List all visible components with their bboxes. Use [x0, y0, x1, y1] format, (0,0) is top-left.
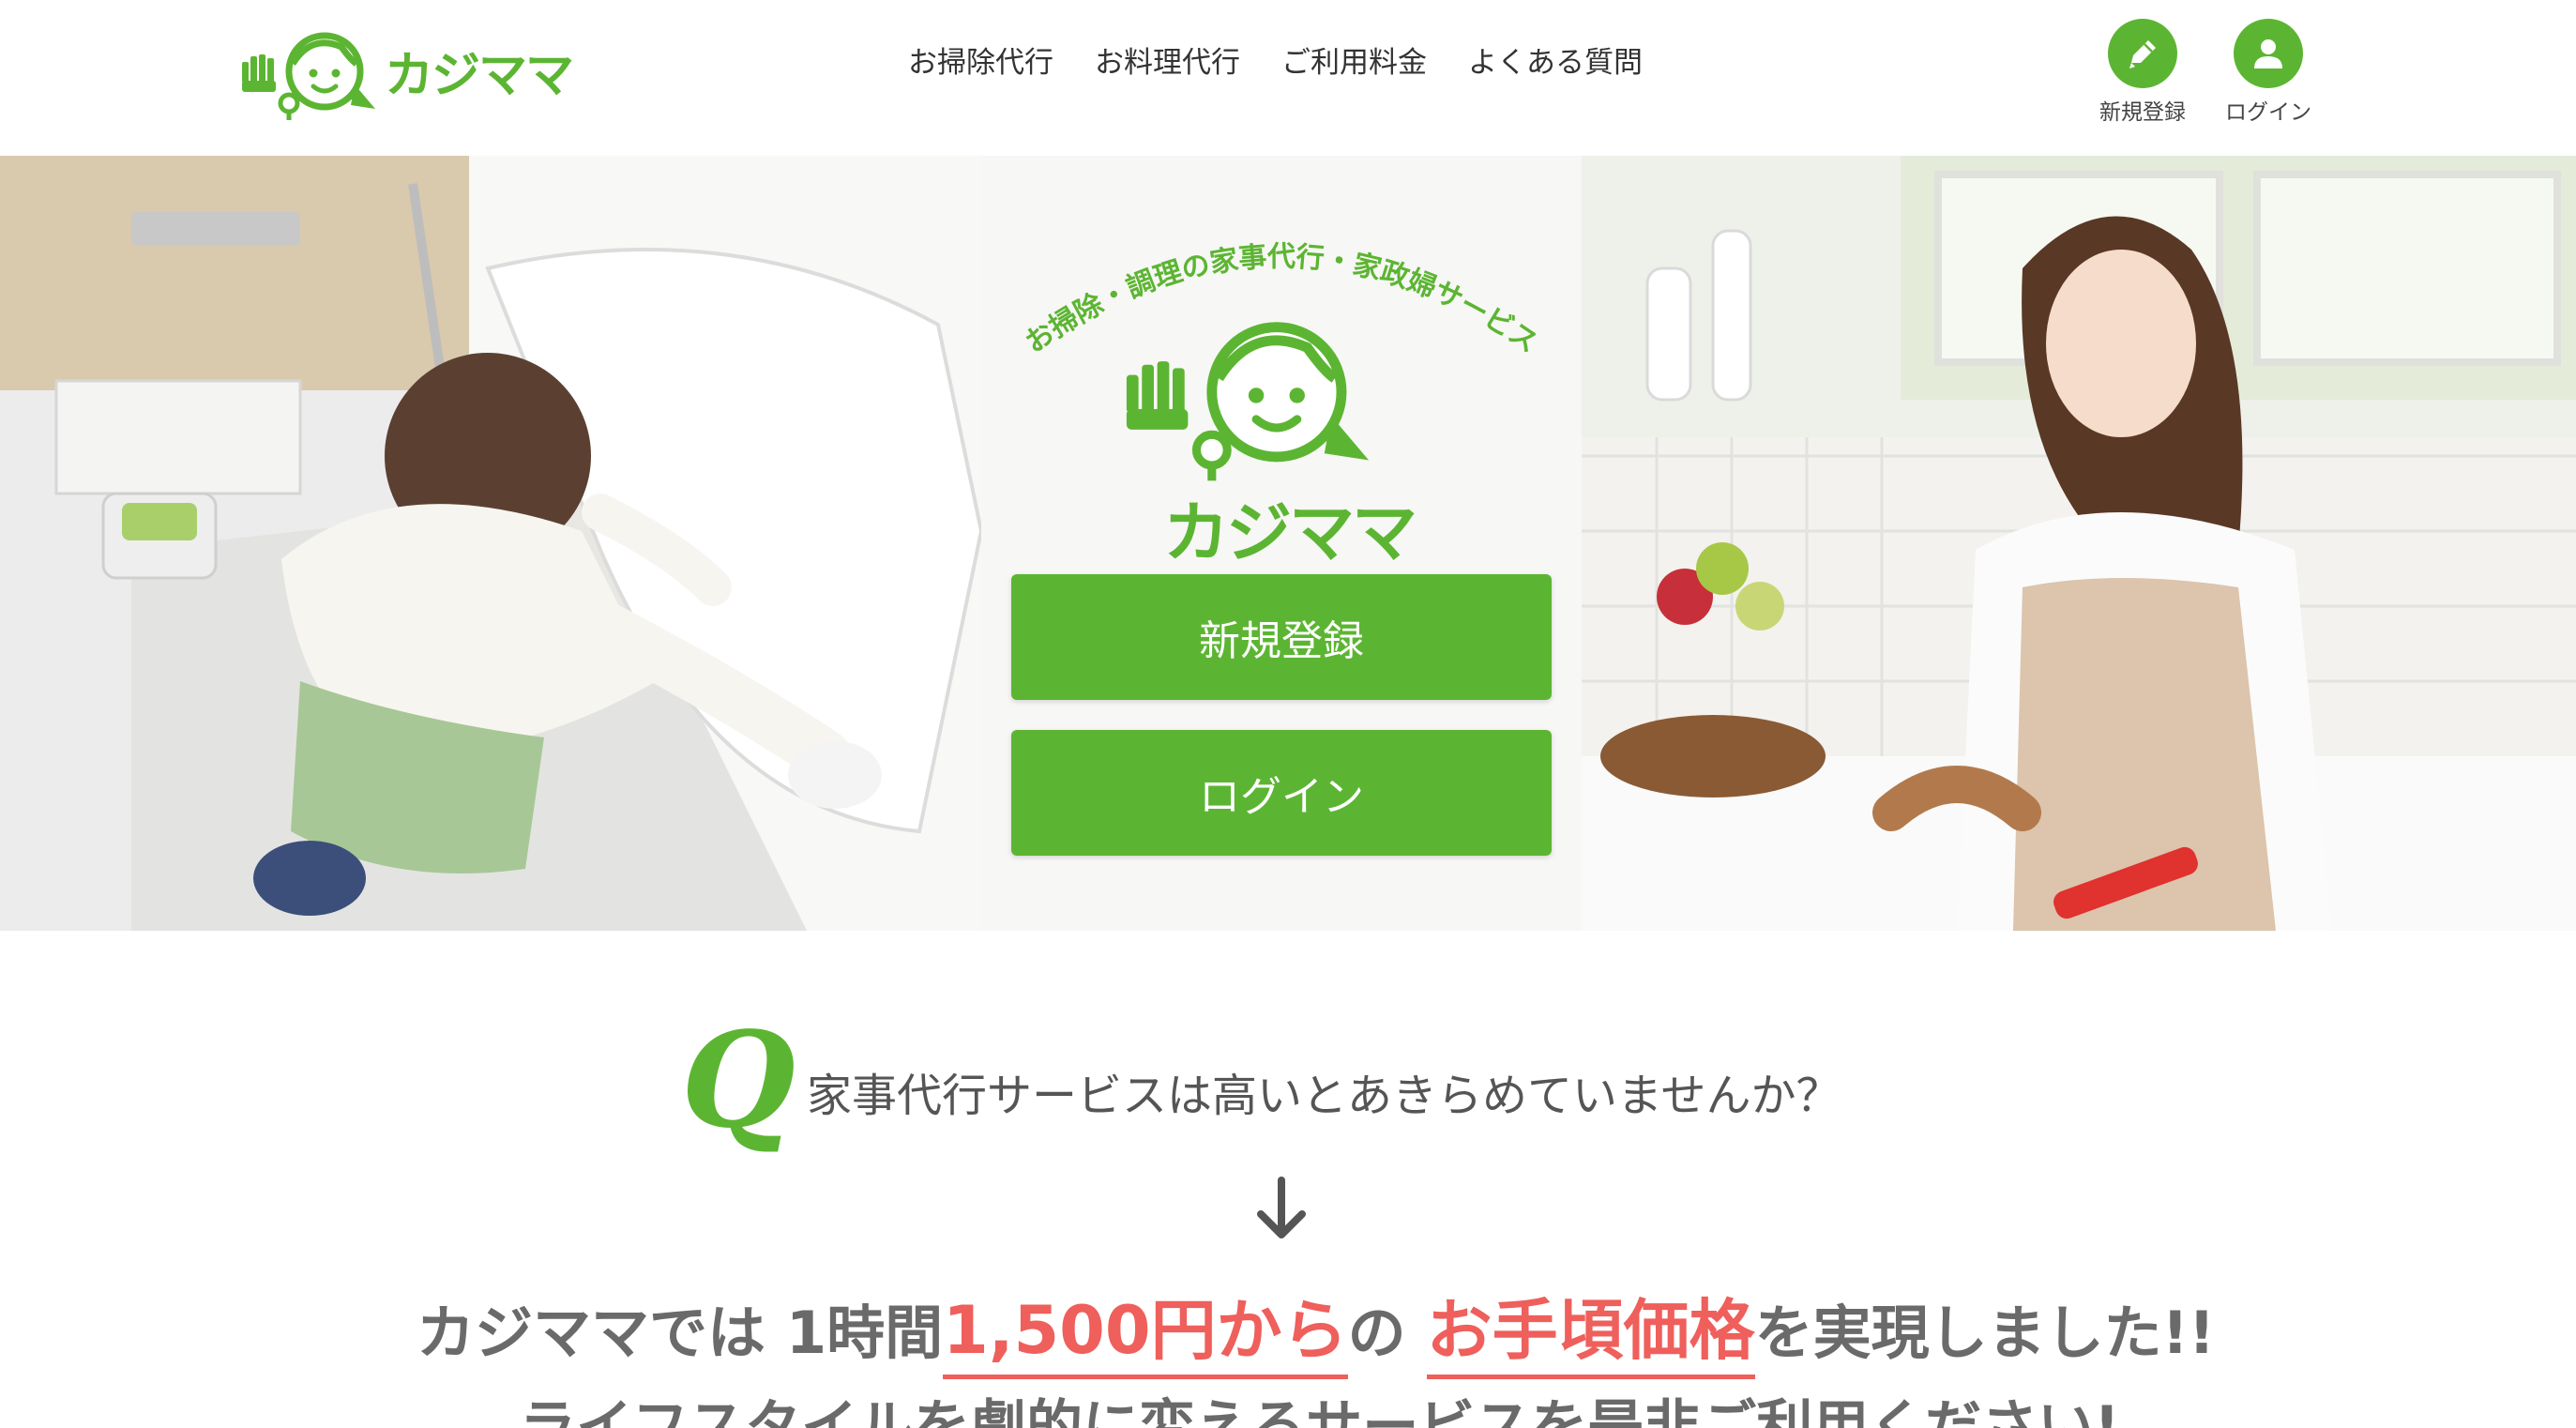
- nav-item-cooking[interactable]: お料理代行: [1095, 38, 1240, 88]
- intro-section: Q 家事代行サービスは高いとあきらめていませんか？ カジママでは 1時間 1,5…: [0, 931, 2576, 1428]
- hero-signup-button[interactable]: 新規登録: [1011, 574, 1552, 700]
- subline: ライフスタイルを劇的に変えるサービスを是非ご利用ください!: [520, 1394, 2120, 1428]
- question-text: 家事代行サービスは高いとあきらめていませんか？: [806, 1070, 1841, 1122]
- kajimama-mascot-icon: [242, 32, 375, 120]
- headline: カジママでは 1時間 1,500円から の お手頃価格 を実現しました!!: [417, 1278, 2215, 1379]
- headline-part-1: カジママでは: [417, 1299, 766, 1367]
- hero-logo-text: カジママ: [1163, 494, 1417, 571]
- hero-bathroom-photo: [0, 156, 981, 931]
- headline-part-2: 1時間: [786, 1299, 944, 1367]
- arrow-down-icon: [1257, 1177, 1306, 1238]
- header-signup-button[interactable]: 新規登録: [2090, 19, 2195, 126]
- headline-part-3: の: [1347, 1299, 1406, 1367]
- headline-part-4: を実現しました!!: [1754, 1299, 2216, 1367]
- hero-login-button[interactable]: ログイン: [1011, 730, 1552, 856]
- hero-kitchen-photo: [1582, 156, 2576, 931]
- header-actions: 新規登録 ログイン: [2090, 19, 2321, 126]
- nav-item-cleaning[interactable]: お掃除代行: [908, 38, 1053, 88]
- main-nav: お掃除代行 お料理代行 ご利用料金 よくある質問: [908, 38, 1643, 88]
- header-signup-label: 新規登録: [2099, 100, 2186, 125]
- header-login-button[interactable]: ログイン: [2216, 19, 2321, 126]
- nav-item-faq[interactable]: よくある質問: [1468, 38, 1643, 88]
- nav-item-pricing[interactable]: ご利用料金: [1281, 38, 1427, 88]
- site-header: カジママ お掃除代行 お料理代行 ご利用料金 よくある質問 新規登録 ログイン: [0, 0, 2576, 156]
- user-icon: [2234, 19, 2303, 88]
- headline-value: お手頃価格: [1426, 1278, 1755, 1379]
- logo-text: カジママ: [385, 47, 574, 104]
- pencil-icon: [2108, 19, 2177, 88]
- headline-price: 1,500円から: [943, 1278, 1348, 1379]
- hero-mascot-icon: [1126, 322, 1370, 481]
- question-row: Q 家事代行サービスは高いとあきらめていませんか？: [681, 1015, 1841, 1147]
- header-login-label: ログイン: [2225, 100, 2311, 125]
- site-logo[interactable]: カジママ: [238, 19, 574, 122]
- hero-section: お掃除・調理の家事代行・家政婦サービス カジママ 新規登録 ログイン: [0, 156, 2576, 931]
- q-mark: Q: [681, 1004, 796, 1158]
